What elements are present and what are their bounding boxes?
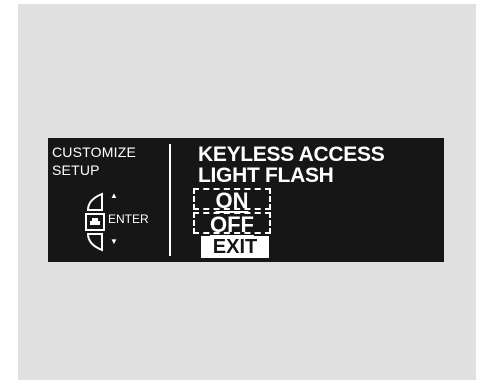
divider — [169, 144, 171, 256]
menu-title-line2: SETUP — [52, 162, 100, 178]
setting-title-line2: LIGHT FLASH — [198, 164, 334, 187]
selector-knob-icon — [85, 192, 105, 252]
enter-label: ENTER — [108, 212, 149, 226]
multi-info-display: CUSTOMIZE SETUP ▲ ENTER ▼ KEYLESS ACCESS… — [48, 138, 444, 262]
setting-title-line1: KEYLESS ACCESS — [198, 143, 385, 166]
selector-control: ▲ ENTER ▼ — [84, 192, 168, 256]
menu-title-line1: CUSTOMIZE — [52, 144, 136, 160]
option-off-label: OFF — [210, 212, 254, 237]
option-off[interactable]: OFF — [193, 212, 271, 237]
up-arrow-icon: ▲ — [110, 191, 118, 200]
option-on-label: ON — [215, 188, 249, 213]
option-on[interactable]: ON — [193, 188, 271, 213]
exit-button[interactable]: EXIT — [201, 236, 269, 258]
down-arrow-icon: ▼ — [110, 237, 118, 246]
